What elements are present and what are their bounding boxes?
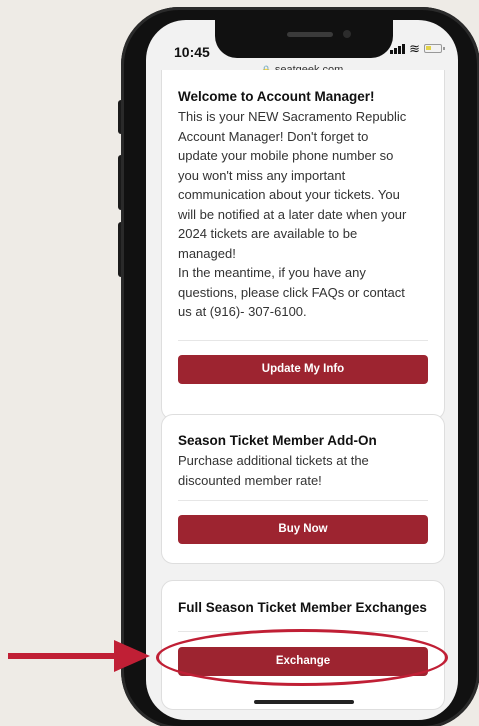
home-indicator bbox=[254, 700, 354, 704]
welcome-line: This is your NEW Sacramento Republic bbox=[178, 109, 407, 124]
buy-now-button[interactable]: Buy Now bbox=[178, 515, 428, 544]
welcome-line: questions, please click FAQs or contact bbox=[178, 284, 405, 300]
welcome-body: This is your NEW Sacramento Republic Acc… bbox=[178, 107, 428, 322]
welcome-card: Welcome to Account Manager! This is your… bbox=[161, 70, 445, 420]
phone-screen: 🔒seatgeek.com Welcome to Account Manager… bbox=[146, 20, 458, 720]
exchange-title: Full Season Ticket Member Exchanges bbox=[178, 600, 427, 615]
welcome-line: you won't miss any important bbox=[178, 167, 346, 183]
welcome-line: update your mobile phone number so bbox=[178, 148, 394, 163]
divider bbox=[178, 339, 428, 341]
add-on-line: discounted member rate! bbox=[178, 472, 322, 488]
signal-icon bbox=[390, 43, 406, 54]
arrow-annotation bbox=[8, 653, 120, 659]
arrow-head-annotation bbox=[114, 640, 150, 672]
add-on-body: Purchase additional tickets at the disco… bbox=[178, 451, 428, 490]
speaker bbox=[287, 32, 333, 37]
welcome-line: Account Manager! Don't forget to bbox=[178, 128, 369, 144]
add-on-title: Season Ticket Member Add-On bbox=[178, 433, 377, 448]
wifi-icon: ≋ bbox=[409, 41, 420, 56]
highlight-ring-annotation bbox=[156, 629, 448, 686]
notch bbox=[215, 20, 393, 58]
add-on-line: Purchase additional tickets at the bbox=[178, 453, 369, 468]
status-icons: ≋ bbox=[390, 41, 445, 56]
welcome-line: managed! bbox=[178, 245, 236, 261]
battery-icon bbox=[424, 44, 445, 53]
camera bbox=[343, 30, 351, 38]
update-my-info-button[interactable]: Update My Info bbox=[178, 354, 428, 384]
welcome-line: us at (916)- 307-6100. bbox=[178, 304, 307, 319]
welcome-line: will be notified at a later date when yo… bbox=[178, 206, 407, 222]
welcome-line: In the meantime, if you have any bbox=[178, 265, 366, 280]
add-on-card: Season Ticket Member Add-On Purchase add… bbox=[161, 414, 445, 564]
divider bbox=[178, 500, 428, 501]
welcome-title: Welcome to Account Manager! bbox=[178, 89, 375, 104]
welcome-line: 2024 tickets are available to be bbox=[178, 226, 358, 241]
welcome-line: communication about your tickets. You bbox=[178, 187, 400, 202]
status-time: 10:45 bbox=[174, 44, 210, 60]
